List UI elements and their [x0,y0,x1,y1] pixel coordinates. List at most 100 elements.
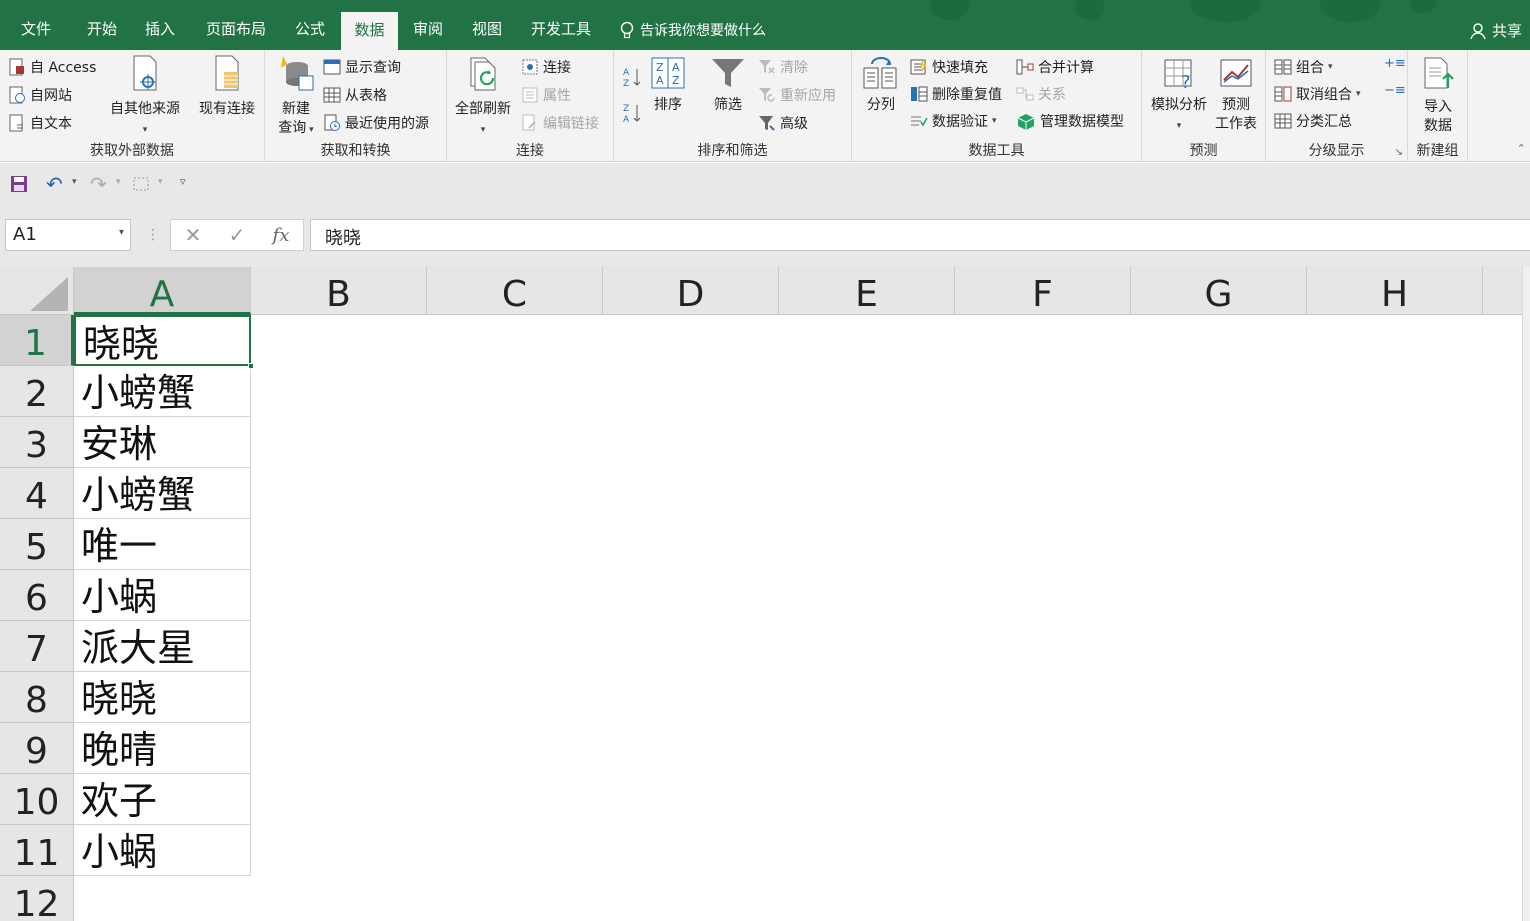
from-other-sources-button[interactable]: 自其他来源 ▾ [104,54,186,140]
select-shape-icon[interactable] [132,175,152,193]
customize-qat-icon[interactable]: ▿ [180,175,186,188]
ungroup-button[interactable]: 取消组合 ▾ [1274,83,1361,105]
tab-data[interactable]: 数据 [341,12,398,50]
relationships-button[interactable]: 关系 [1016,83,1066,105]
sort-z-to-a-button[interactable]: ZA [622,102,642,124]
column-header-d[interactable]: D [603,267,779,315]
sort-button[interactable]: ZA AZ 排序 [648,56,688,115]
tab-file[interactable]: 文件 [10,0,62,50]
properties-button[interactable]: 属性 [521,84,571,106]
tab-insert[interactable]: 插入 [134,0,186,50]
advanced-filter-button[interactable]: 高级 [758,112,808,134]
tab-home[interactable]: 开始 [76,0,128,50]
cell-a5[interactable]: 唯一 [74,519,251,570]
cell-a10[interactable]: 欢子 [74,774,251,825]
subtotal-button[interactable]: 分类汇总 [1274,110,1352,132]
undo-icon[interactable]: ↶ [46,172,63,196]
from-table-button[interactable]: 从表格 [323,84,387,106]
row-header[interactable]: 3 [0,417,74,468]
cell-a2[interactable]: 小螃蟹 [74,366,251,417]
from-web-button[interactable]: 自网站 [8,84,72,106]
tab-page-layout[interactable]: 页面布局 [196,0,276,50]
column-header-b[interactable]: B [251,267,427,315]
tell-me-box[interactable]: 告诉我你想要做什么 [620,20,766,40]
tab-view[interactable]: 视图 [461,0,513,50]
fill-handle[interactable] [248,363,254,369]
reapply-label: 重新应用 [780,88,836,104]
vertical-scrollbar[interactable] [1522,267,1530,921]
tab-developer[interactable]: 开发工具 [524,0,598,50]
row-header[interactable]: 4 [0,468,74,519]
text-to-columns-button[interactable]: 分列 [860,56,902,115]
manage-data-model-button[interactable]: 管理数据模型 [1016,110,1124,132]
forecast-sheet-button[interactable]: 预测 工作表 [1212,56,1260,134]
cell-a1[interactable]: 晓晓 [74,315,251,366]
chevron-down-icon[interactable]: ▾ [119,227,124,238]
import-data-button[interactable]: 导入 数据 [1412,54,1464,136]
row-header[interactable]: 2 [0,366,74,417]
what-if-analysis-button[interactable]: ? 模拟分析 ▾ [1146,56,1212,136]
row-header[interactable]: 5 [0,519,74,570]
row-header[interactable]: 9 [0,723,74,774]
column-header-f[interactable]: F [955,267,1131,315]
cell-a7[interactable]: 派大星 [74,621,251,672]
existing-connections-button[interactable]: 现有连接 [194,54,260,119]
chevron-down-icon[interactable]: ▾ [72,177,77,187]
row-header[interactable]: 8 [0,672,74,723]
from-access-button[interactable]: 自 Access [8,56,96,78]
cell-a6[interactable]: 小蜗 [74,570,251,621]
show-queries-button[interactable]: 显示查询 [323,56,401,78]
chevron-down-icon[interactable]: ▾ [158,177,163,187]
row-header[interactable]: 11 [0,825,74,876]
reapply-button[interactable]: 重新应用 [758,84,836,106]
column-header-g[interactable]: G [1131,267,1307,315]
cell-a11[interactable]: 小蜗 [74,825,251,876]
chevron-down-icon[interactable]: ▾ [116,177,121,187]
refresh-all-button[interactable]: 全部刷新 ▾ [451,54,515,140]
remove-duplicates-button[interactable]: 删除重复值 [910,83,1002,105]
edit-links-button[interactable]: 编辑链接 [521,112,599,134]
row-header[interactable]: 12 [0,876,74,921]
row-header[interactable]: 6 [0,570,74,621]
row-header[interactable]: 7 [0,621,74,672]
group-button[interactable]: 组合 ▾ [1274,56,1333,78]
enter-icon[interactable]: ✓ [229,223,246,247]
select-all-button[interactable] [0,267,74,315]
consolidate-button[interactable]: 合并计算 [1016,56,1094,78]
flash-fill-button[interactable]: 快速填充 [910,56,988,78]
redo-icon[interactable]: ↷ [90,172,107,196]
cell-a4[interactable]: 小螃蟹 [74,468,251,519]
collapse-ribbon-icon[interactable]: ⌃ [1517,142,1526,155]
tab-formulas[interactable]: 公式 [284,0,336,50]
subtotal-label: 分类汇总 [1296,114,1352,130]
group-connections: 全部刷新 ▾ 连接 属性 编辑链接 连接 [447,50,614,162]
cell-a9[interactable]: 晚晴 [74,723,251,774]
show-detail-icon[interactable]: +≡ [1384,56,1406,71]
column-header-c[interactable]: C [427,267,603,315]
column-header-e[interactable]: E [779,267,955,315]
row-header[interactable]: 1 [0,315,74,366]
cell-a8[interactable]: 晓晓 [74,672,251,723]
new-query-button[interactable]: 新建 查询 ▾ [271,54,321,140]
hide-detail-icon[interactable]: −≡ [1384,83,1406,98]
name-box[interactable]: A1 ▾ [5,219,131,251]
recent-sources-button[interactable]: 最近使用的源 [323,112,429,134]
save-icon[interactable] [10,175,28,193]
cancel-icon[interactable]: ✕ [185,223,202,247]
data-validation-button[interactable]: 数据验证 ▾ [910,110,997,132]
insert-function-icon[interactable]: fx [273,225,290,246]
sort-a-to-z-button[interactable]: AZ [622,66,642,88]
row-header[interactable]: 10 [0,774,74,825]
cell-a3[interactable]: 安琳 [74,417,251,468]
column-header-a[interactable]: A [74,267,251,315]
connections-button[interactable]: 连接 [521,56,571,78]
share-button[interactable]: 共享 [1470,20,1522,41]
formula-input[interactable]: 晓晓 [310,219,1530,251]
from-text-button[interactable]: 自文本 [8,112,72,134]
tab-review[interactable]: 审阅 [402,0,454,50]
clear-filter-button[interactable]: 清除 [758,56,808,78]
filter-button[interactable]: 筛选 [708,56,748,115]
show-queries-icon [323,59,341,75]
resize-handle-icon[interactable]: ⋮ [146,227,160,243]
column-header-h[interactable]: H [1307,267,1483,315]
